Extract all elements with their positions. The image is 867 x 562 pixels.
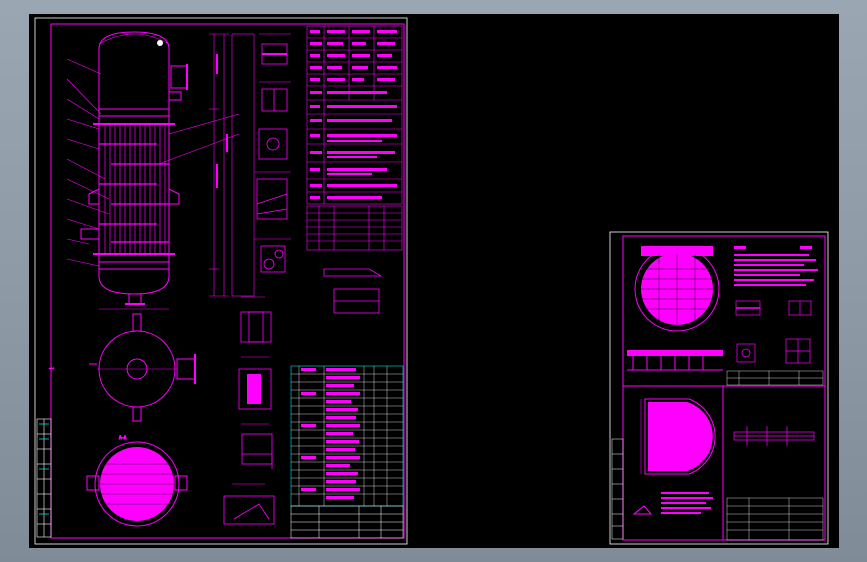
nozzle-table[interactable] <box>306 205 403 251</box>
lifting-lug <box>157 40 163 46</box>
sheet-2-lower-notes <box>661 492 713 514</box>
sheet-1-inner-border <box>50 23 405 539</box>
parts-list-text <box>301 368 360 499</box>
section-a-a-view[interactable]: A—A <box>86 435 188 527</box>
tie-rod-view[interactable] <box>733 426 815 446</box>
part-leaders <box>66 58 240 267</box>
support-left <box>88 188 100 205</box>
sheet-1[interactable]: ~~ A—A <box>34 17 408 545</box>
technical-data-table[interactable] <box>306 25 403 205</box>
parts-list-table[interactable] <box>290 365 404 507</box>
support-right <box>168 188 180 205</box>
drawing-canvas[interactable]: ~~ A—A <box>29 14 839 548</box>
sheet-2-notes <box>734 246 818 286</box>
sheet-2-parts-table[interactable] <box>726 370 824 386</box>
nozzle-side <box>168 91 182 101</box>
nozzle-upper <box>170 65 188 89</box>
tubesheet-section-view[interactable] <box>627 350 723 371</box>
dimension-lines <box>99 33 229 310</box>
technical-data-text <box>310 30 397 199</box>
sheet-2[interactable] <box>609 231 829 545</box>
sheet-1-title-block[interactable] <box>290 505 404 539</box>
sheet-1-margin-stamp <box>36 418 52 538</box>
sheet-1-outer-border <box>34 17 408 545</box>
nozzle-bottom <box>128 293 142 305</box>
sheet-2-margin-stamp <box>611 438 624 540</box>
baffles <box>99 143 169 243</box>
elevation-datum-frame <box>231 33 255 297</box>
weld-symbol <box>632 505 653 515</box>
section-a-a-title: A—A <box>119 435 127 440</box>
detail-views-column[interactable] <box>223 33 291 525</box>
tubesheet-plan-view[interactable] <box>634 246 720 332</box>
dimension-text <box>216 54 228 188</box>
orientation-angle-label: ~~ <box>49 366 54 371</box>
sheet-2-detail-views[interactable] <box>735 300 812 364</box>
exchanger-elevation-view[interactable] <box>66 31 240 310</box>
nozzle-orientation-view[interactable]: ~~ <box>49 313 196 422</box>
baffle-plate-view[interactable] <box>640 398 716 475</box>
nozzle-left <box>80 228 100 240</box>
sheet-2-title-block[interactable] <box>726 497 824 541</box>
cad-viewport[interactable]: ~~ A—A <box>0 0 867 562</box>
gasket-detail[interactable] <box>323 268 383 314</box>
drawing-svg[interactable]: ~~ A—A <box>29 14 839 548</box>
